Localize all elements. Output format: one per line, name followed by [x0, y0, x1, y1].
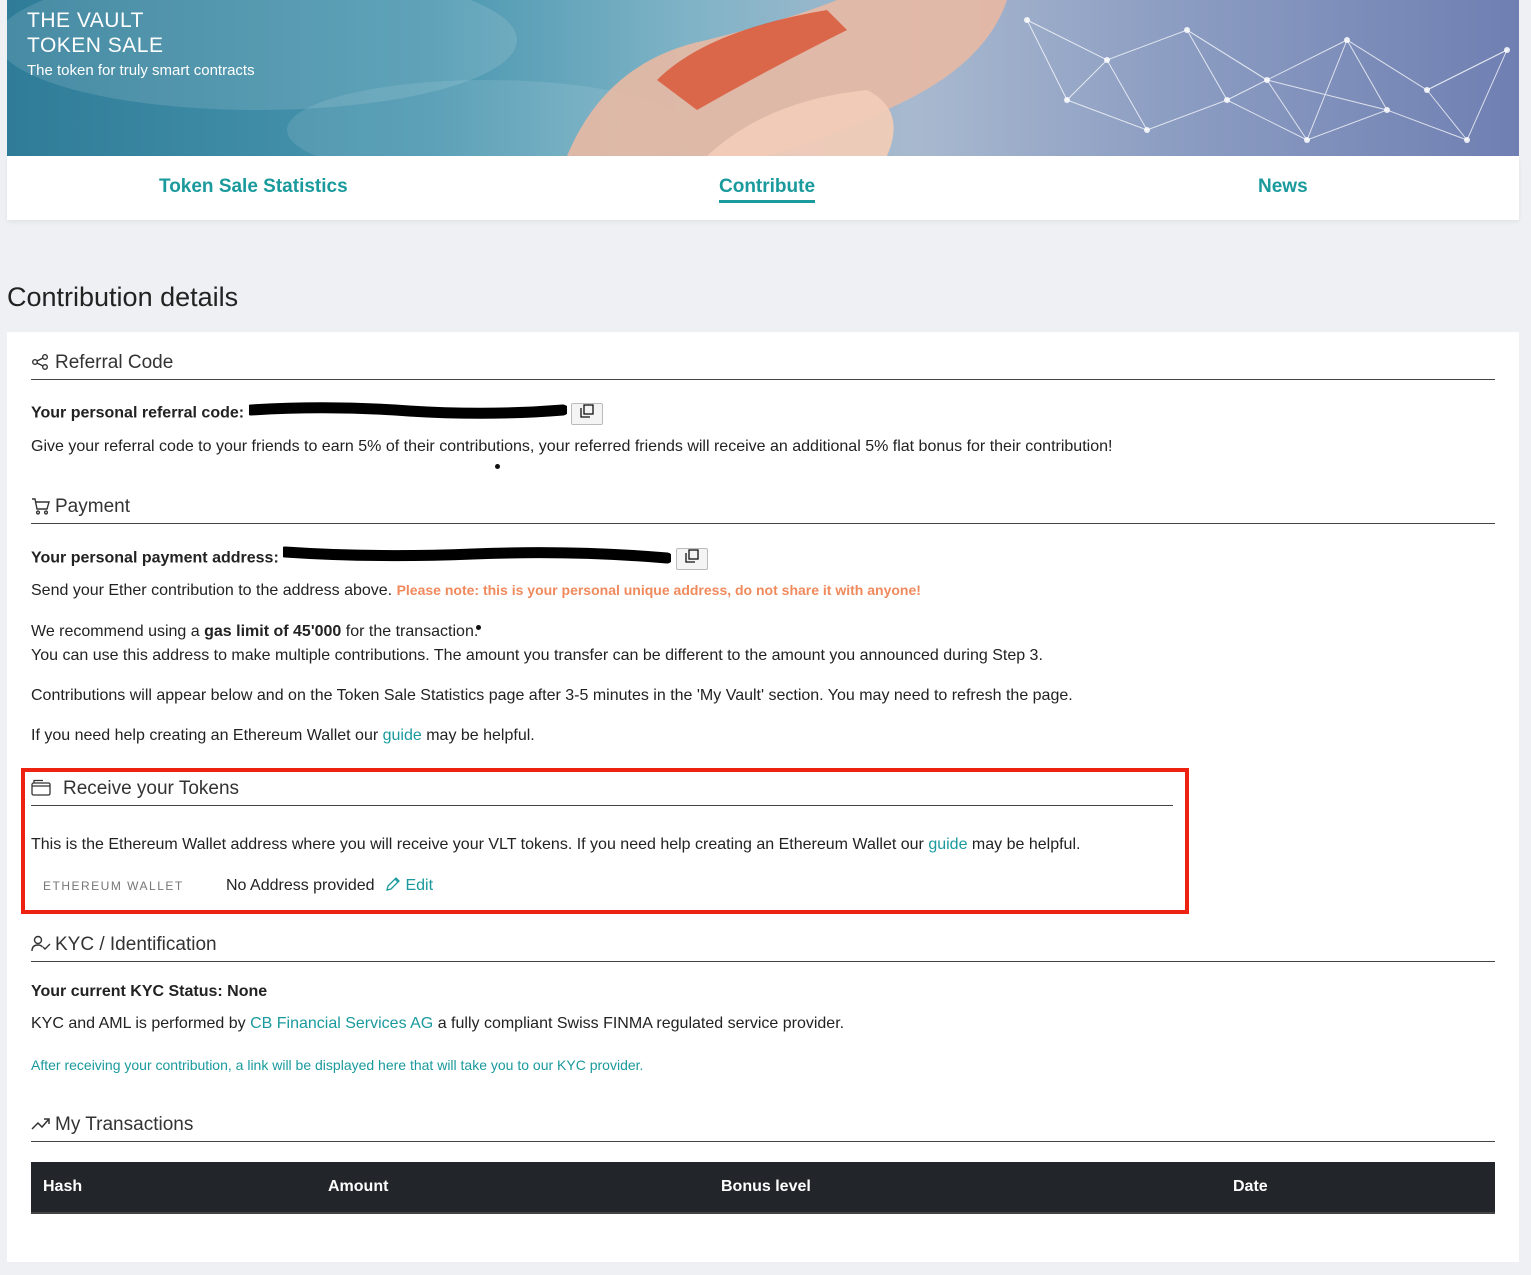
- kyc-status: Your current KYC Status: None: [31, 983, 268, 1000]
- transactions-heading: My Transactions: [55, 1113, 194, 1135]
- kyc-desc-suffix: a fully compliant Swiss FINMA regulated …: [433, 1015, 845, 1032]
- referral-code-label: Your personal referral code:: [31, 404, 245, 422]
- payment-warning: Please note: this is your personal uniqu…: [396, 582, 921, 598]
- transactions-section-header: My Transactions: [31, 1108, 1495, 1142]
- contribution-card: Referral Code Your personal referral cod…: [7, 332, 1519, 1262]
- payment-help-row: If you need help creating an Ethereum Wa…: [31, 727, 535, 745]
- hero-title-line2: TOKEN SALE: [27, 34, 164, 57]
- gas-limit: gas limit of 45'000: [204, 623, 342, 640]
- gas-prefix: We recommend using a: [31, 623, 205, 640]
- edit-label: Edit: [405, 877, 434, 894]
- hero-text: THE VAULT TOKEN SALE The token for truly…: [27, 8, 255, 79]
- cart-icon: [31, 497, 51, 517]
- wallet-icon: [31, 779, 51, 799]
- referral-code-redacted: [245, 402, 569, 425]
- tab-news[interactable]: News: [1258, 176, 1308, 198]
- hero-title-line1: THE VAULT: [27, 9, 144, 32]
- copy-icon: [580, 403, 594, 418]
- referral-section-header: Referral Code: [31, 346, 1495, 380]
- referral-code-row: Your personal referral code:: [31, 402, 604, 425]
- ethereum-wallet-value: No Address provided: [226, 877, 375, 894]
- hero-subtitle: The token for truly smart contracts: [27, 62, 255, 79]
- copy-referral-button[interactable]: [571, 402, 604, 425]
- hero-banner: THE VAULT TOKEN SALE The token for truly…: [7, 0, 1519, 156]
- referral-heading: Referral Code: [55, 351, 174, 373]
- cb-financial-link[interactable]: CB Financial Services AG: [250, 1015, 433, 1032]
- transactions-table-header: Hash Amount Bonus level Date: [31, 1162, 1495, 1214]
- edit-wallet-button[interactable]: Edit: [385, 877, 433, 894]
- column-hash[interactable]: Hash: [43, 1178, 82, 1196]
- main-nav: Token Sale Statistics Contribute News: [7, 156, 1519, 220]
- stray-dot: [495, 464, 500, 469]
- payment-appear-text: Contributions will appear below and on t…: [31, 687, 1073, 704]
- tab-token-sale-statistics[interactable]: Token Sale Statistics: [159, 176, 348, 198]
- kyc-description-row: KYC and AML is performed by CB Financial…: [31, 1015, 844, 1033]
- user-check-icon: [31, 935, 51, 955]
- copy-icon: [685, 548, 699, 563]
- ethereum-wallet-label-text: ETHEREUM WALLET: [43, 879, 184, 893]
- receive-heading: Receive your Tokens: [63, 777, 240, 799]
- share-icon: [31, 353, 51, 373]
- payment-multiple-text: You can use this address to make multipl…: [31, 647, 1043, 664]
- help-suffix: may be helpful.: [421, 727, 535, 744]
- receive-desc-prefix: This is the Ethereum Wallet address wher…: [31, 836, 929, 853]
- ethereum-wallet-value-row: No Address provided Edit: [226, 876, 433, 895]
- receive-guide-link[interactable]: guide: [928, 836, 967, 853]
- kyc-section-header: KYC / Identification: [31, 928, 1495, 962]
- payment-guide-link[interactable]: guide: [383, 727, 422, 744]
- kyc-heading: KYC / Identification: [55, 933, 217, 955]
- column-date[interactable]: Date: [1233, 1178, 1268, 1196]
- stray-dot: [476, 625, 481, 630]
- payment-gas-row: We recommend using a gas limit of 45'000…: [31, 623, 478, 641]
- column-bonus-level[interactable]: Bonus level: [721, 1178, 811, 1196]
- trending-up-icon: [31, 1115, 51, 1135]
- receive-desc-suffix: may be helpful.: [967, 836, 1081, 853]
- column-amount[interactable]: Amount: [328, 1178, 388, 1196]
- referral-description: Give your referral code to your friends …: [31, 438, 1113, 455]
- tab-contribute[interactable]: Contribute: [719, 176, 816, 203]
- payment-address-redacted: [279, 546, 673, 571]
- payment-address-row: Your personal payment address:: [31, 546, 708, 571]
- receive-description-row: This is the Ethereum Wallet address wher…: [31, 836, 1080, 854]
- help-prefix: If you need help creating an Ethereum Wa…: [31, 727, 383, 744]
- payment-send-row: Send your Ether contribution to the addr…: [31, 582, 921, 600]
- pencil-icon: [386, 877, 400, 891]
- payment-heading: Payment: [55, 495, 130, 517]
- payment-section-header: Payment: [31, 490, 1495, 524]
- kyc-note: After receiving your contribution, a lin…: [31, 1057, 644, 1073]
- page-title: Contribution details: [7, 282, 239, 312]
- receive-section-header: Receive your Tokens: [31, 772, 1173, 806]
- payment-send-text: Send your Ether contribution to the addr…: [31, 582, 393, 599]
- gas-suffix: for the transaction.: [341, 623, 479, 640]
- kyc-desc-prefix: KYC and AML is performed by: [31, 1015, 251, 1032]
- copy-payment-address-button[interactable]: [675, 547, 708, 570]
- payment-address-label: Your personal payment address:: [31, 549, 279, 567]
- ethereum-wallet-label: ETHEREUM WALLET: [43, 877, 184, 895]
